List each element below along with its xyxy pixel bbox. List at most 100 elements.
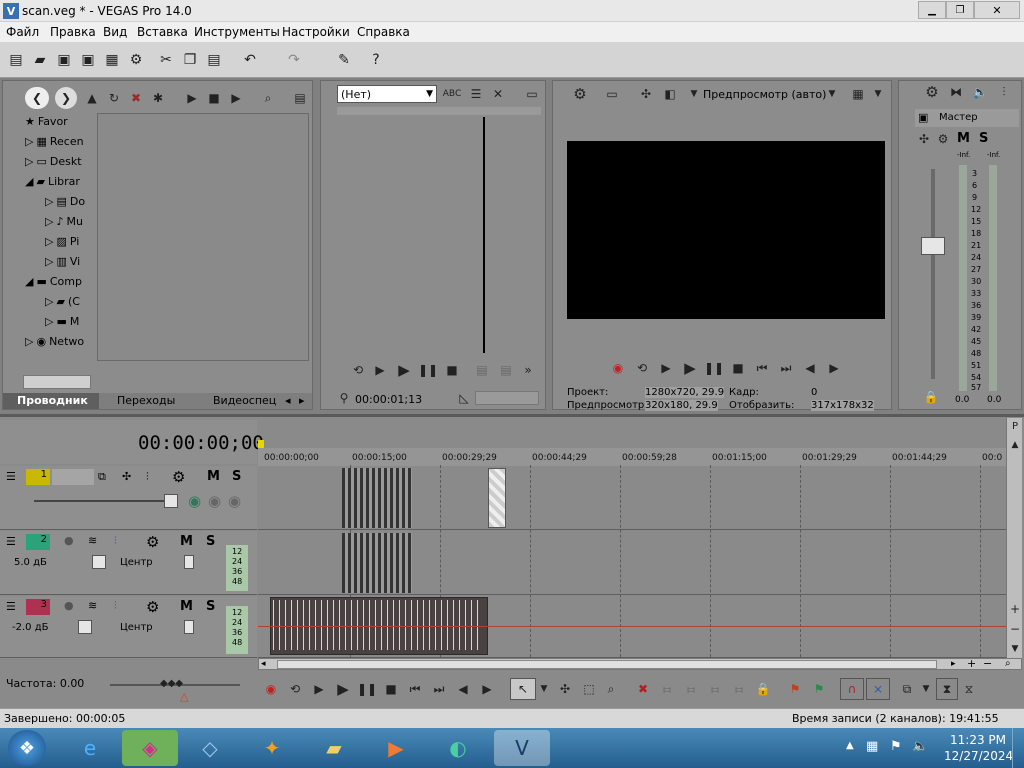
external-monitor-icon[interactable]: ▭ <box>603 85 621 103</box>
stop-icon[interactable]: ■ <box>729 359 747 377</box>
views-icon[interactable]: ▤ <box>291 89 309 107</box>
vegas-taskbar-icon[interactable]: V <box>494 730 550 766</box>
preview-quality-label[interactable]: Предпросмотр (авто) <box>703 88 826 101</box>
loop-icon[interactable]: ⟲ <box>286 680 304 698</box>
tab-transitions[interactable]: Переходы <box>117 394 175 407</box>
auto-crossfade-icon[interactable]: ⨯ <box>866 678 890 700</box>
more-icon[interactable]: » <box>519 361 537 379</box>
internet-explorer-icon[interactable]: e <box>62 730 118 766</box>
tree-scrollbar[interactable] <box>23 375 91 389</box>
stop-icon[interactable]: ■ <box>443 361 461 379</box>
next-frame-icon[interactable]: ▶ <box>825 359 843 377</box>
volume-slider-handle[interactable] <box>78 620 92 634</box>
loop-icon[interactable]: ⟲ <box>633 359 651 377</box>
back-icon[interactable]: ❮ <box>25 87 49 109</box>
tree-item[interactable]: ▷ ◉ Netwo <box>25 335 84 348</box>
play-from-start-icon[interactable]: ▶ <box>310 680 328 698</box>
play-from-start-icon[interactable]: ▶ <box>371 361 389 379</box>
grid-overlay-icon[interactable]: ▦ <box>849 85 867 103</box>
child-icon[interactable]: ◉ <box>228 492 241 510</box>
tab-video-fx[interactable]: Видеоспецэ <box>213 394 277 407</box>
menu-view[interactable]: Вид <box>103 25 127 39</box>
save-as-icon[interactable]: ▣ <box>78 50 98 70</box>
overwrite-icon[interactable]: ▤ <box>497 361 515 379</box>
close-button[interactable]: ✕ <box>974 1 1020 19</box>
flag-tray-icon[interactable]: ⚑ <box>890 739 902 754</box>
dim-output-icon[interactable]: 🔈 <box>971 83 989 101</box>
snapshot-icon[interactable]: ▭ <box>523 85 541 103</box>
pan-slider-handle[interactable] <box>184 620 194 634</box>
track-gear-icon[interactable]: ⚙ <box>172 468 185 486</box>
undo-icon[interactable]: ↶ <box>240 50 260 70</box>
chevron-down-icon[interactable]: ▼ <box>687 85 701 103</box>
previous-frame-icon[interactable]: ◀ <box>454 680 472 698</box>
ignore-grouping-icon[interactable]: ⧖ <box>960 680 978 698</box>
menu-tools[interactable]: Инструменты <box>194 25 280 39</box>
zoom-in-icon[interactable]: + <box>967 657 976 670</box>
timeline-vscroll[interactable]: P ▲ + − ▼ <box>1006 418 1022 658</box>
go-to-start-icon[interactable]: ⏮ <box>753 359 771 377</box>
paste-icon[interactable]: ▤ <box>204 50 224 70</box>
audio-clip[interactable] <box>342 533 412 593</box>
file-list[interactable] <box>97 113 309 361</box>
tree-item[interactable]: ▷ ▬ M <box>45 315 79 328</box>
split-view-icon[interactable]: ◧ <box>661 85 679 103</box>
track-fx-icon[interactable]: ⫶ <box>146 470 149 484</box>
list-icon[interactable]: ☰ <box>467 85 485 103</box>
chevron-down-icon[interactable]: ▼ <box>871 85 885 103</box>
menu-help[interactable]: Справка <box>357 25 410 39</box>
copy-icon[interactable]: ❐ <box>180 50 200 70</box>
opacity-slider-handle[interactable] <box>164 494 178 508</box>
open-icon[interactable]: ▰ <box>30 50 50 70</box>
menu-file[interactable]: Файл <box>6 25 39 39</box>
tree-item[interactable]: ▷ ▰ (C <box>45 295 80 308</box>
scroll-left-icon[interactable]: ◂ <box>261 659 266 669</box>
tab-scroll-left-icon[interactable]: ◂ <box>285 394 291 407</box>
region-icon[interactable]: ⚑ <box>810 680 828 698</box>
pause-icon[interactable]: ❚❚ <box>357 680 377 698</box>
event-pan-icon[interactable]: P <box>1008 420 1022 434</box>
media-player-icon[interactable]: ▶ <box>368 730 424 766</box>
go-to-end-icon[interactable]: ⏭ <box>430 680 448 698</box>
up-folder-icon[interactable]: ▲ <box>83 89 101 107</box>
image-clip[interactable] <box>488 468 506 528</box>
mute-button[interactable]: M <box>180 599 193 614</box>
video-clip[interactable] <box>342 468 412 528</box>
paint-icon[interactable]: ✦ <box>244 730 300 766</box>
clock-date[interactable]: 12/27/2024 <box>944 749 1013 763</box>
record-arm-icon[interactable]: ● <box>64 534 74 547</box>
remove-icon[interactable]: ✕ <box>489 85 507 103</box>
split-screen-icon[interactable]: ✣ <box>637 85 655 103</box>
fx-gear-icon[interactable]: ⚙ <box>935 131 951 147</box>
track-gear-icon[interactable]: ⚙ <box>146 598 159 616</box>
trim-end-icon[interactable]: ⧦ <box>682 680 700 698</box>
menu-settings[interactable]: Настройки <box>282 25 350 39</box>
forward-icon[interactable]: ❯ <box>55 87 77 109</box>
marker-icon[interactable]: ⚑ <box>786 680 804 698</box>
tree-item[interactable]: ▷ ▤ Do <box>45 195 85 208</box>
trimmer-cursor[interactable] <box>483 117 485 353</box>
trim-start-icon[interactable]: ⧦ <box>658 680 676 698</box>
delete-icon[interactable]: ✖ <box>127 89 145 107</box>
trim-icon[interactable]: ⧦ <box>730 680 748 698</box>
solo-button[interactable]: S <box>206 534 215 549</box>
edit-tool-icon[interactable]: ✎ <box>334 50 354 70</box>
loop-icon[interactable]: ⟲ <box>349 361 367 379</box>
file-explorer-icon[interactable]: ▰ <box>306 730 362 766</box>
record-arm-icon[interactable]: ● <box>64 599 74 612</box>
delete-icon[interactable]: ✖ <box>634 680 652 698</box>
search-icon[interactable]: ⌕ <box>259 89 277 107</box>
redo-icon[interactable]: ↷ <box>284 50 304 70</box>
track-2-header[interactable]: ☰ 2 ● ≋ ⫶ ⚙ M S 5.0 дБ Центр 12 24 36 48 <box>0 531 257 595</box>
invert-phase-icon[interactable]: ≋ <box>88 599 97 612</box>
spell-icon[interactable]: ABC <box>443 85 461 103</box>
track-fx-icon[interactable]: ⫶ <box>114 534 117 548</box>
ripple-edit-icon[interactable]: ⧉ <box>898 680 916 698</box>
track-3-header[interactable]: ☰ 3 ● ≋ ⫶ ⚙ M S -2.0 дБ Центр 12 24 36 4… <box>0 596 257 658</box>
track-expand-icon[interactable]: ☰ <box>6 470 16 483</box>
pause-icon[interactable]: ❚❚ <box>418 361 438 379</box>
track-motion-icon[interactable]: ✣ <box>122 470 131 483</box>
parent-icon[interactable]: ◉ <box>208 492 221 510</box>
scroll-right-icon[interactable]: ▸ <box>951 659 956 669</box>
volume-envelope-line[interactable] <box>258 626 1006 627</box>
